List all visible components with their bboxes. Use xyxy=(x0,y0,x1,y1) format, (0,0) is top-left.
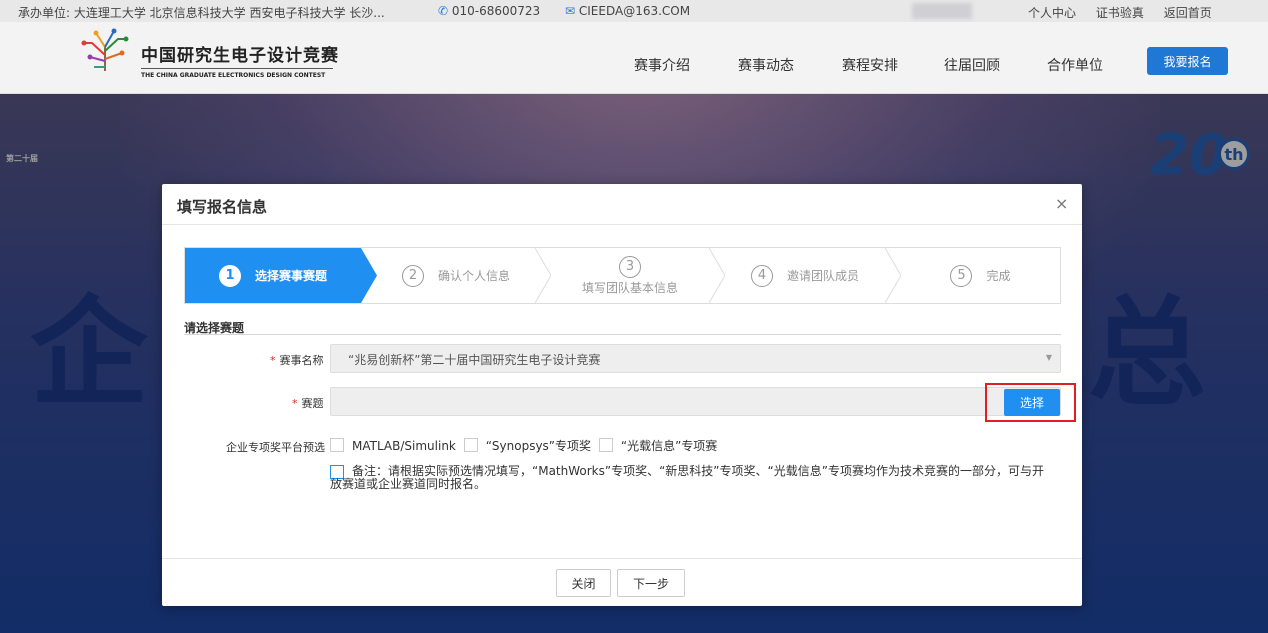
link-certificate-verify[interactable]: 证书验真 xyxy=(1096,6,1144,20)
site-title: 中国研究生电子设计竞赛 xyxy=(141,46,339,66)
note-text: 备注：请根据实际预选情况填写，“MathWorks”专项奖、“新思科技”专项奖、… xyxy=(330,464,1044,491)
blurred-username xyxy=(912,3,972,19)
nav-news[interactable]: 赛事动态 xyxy=(738,55,794,75)
topic-label: * 赛题 xyxy=(292,395,324,411)
step-arrow-icon xyxy=(535,248,551,303)
site-header: 中国研究生电子设计竞赛 THE CHINA GRADUATE ELECTRONI… xyxy=(0,22,1268,94)
step-team-info: 3 填写团队基本信息 xyxy=(551,248,709,303)
dialog-title: 填写报名信息 xyxy=(177,198,268,216)
site-subtitle: THE CHINA GRADUATE ELECTRONICS DESIGN CO… xyxy=(141,72,326,79)
step-number: 2 xyxy=(401,264,424,287)
option-checkbox-optical[interactable] xyxy=(598,438,613,452)
option-label-matlab: MATLAB/Simulink xyxy=(352,439,456,453)
special-award-label: 企业专项奖平台预选 xyxy=(226,441,325,454)
option-label-optical: “光载信息”专项赛 xyxy=(620,439,718,453)
dialog-divider xyxy=(162,224,1082,225)
step-confirm-info: 2 确认个人信息 xyxy=(377,248,535,303)
step-select-topic: 1 选择赛事赛题 xyxy=(185,248,361,303)
event-name-label: * 赛事名称 xyxy=(270,352,324,368)
option-checkbox-matlab[interactable] xyxy=(330,438,344,452)
next-step-button[interactable]: 下一步 xyxy=(617,569,685,597)
step-arrow-icon xyxy=(709,248,725,303)
topic-input[interactable] xyxy=(330,387,1061,416)
nav-review[interactable]: 往届回顾 xyxy=(944,55,1000,75)
nav-partners[interactable]: 合作单位 xyxy=(1047,55,1103,75)
signup-button[interactable]: 我要报名 xyxy=(1147,47,1228,75)
step-label: 选择赛事赛题 xyxy=(254,269,327,283)
chevron-down-icon: ▼ xyxy=(1045,353,1052,362)
step-invite-members: 4 邀请团队成员 xyxy=(725,248,885,303)
step-label: 确认个人信息 xyxy=(437,269,510,283)
option-checkbox-synopsys[interactable] xyxy=(463,438,478,452)
step-complete: 5 完成 xyxy=(901,248,1060,303)
nav-intro[interactable]: 赛事介绍 xyxy=(634,55,690,75)
highlight-box xyxy=(985,383,1076,422)
top-links: 个人中心 证书验真 返回首页 xyxy=(1028,4,1228,21)
nav-schedule[interactable]: 赛程安排 xyxy=(842,55,898,75)
phone-number: 010-68600723 xyxy=(451,4,541,18)
step-number: 5 xyxy=(950,264,973,287)
link-user-center[interactable]: 个人中心 xyxy=(1028,6,1076,20)
step-number: 3 xyxy=(619,255,641,278)
step-label: 完成 xyxy=(986,269,1011,283)
section-divider xyxy=(184,334,1061,335)
event-name-label-text: 赛事名称 xyxy=(279,354,324,367)
email-address: CIEEDA@163.COM xyxy=(578,4,691,18)
circuit-tree-logo-icon xyxy=(81,28,129,71)
step-label: 填写团队基本信息 xyxy=(581,280,678,295)
phone-info: ✆ 010-68600723 xyxy=(438,4,540,18)
organizers-text: 承办单位: 大连理工大学 北京信息科技大学 西安电子科技大学 长沙... xyxy=(18,6,385,20)
step-number: 1 xyxy=(218,264,241,287)
footer-divider xyxy=(162,558,1082,559)
step-number: 4 xyxy=(750,264,773,287)
topic-label-text: 赛题 xyxy=(301,397,324,410)
link-home[interactable]: 返回首页 xyxy=(1164,6,1212,20)
mail-icon: ✉ xyxy=(565,4,579,18)
step-label: 邀请团队成员 xyxy=(786,269,859,283)
required-mark: * xyxy=(292,397,298,410)
close-icon[interactable]: × xyxy=(1055,194,1068,213)
option-label-synopsys: “Synopsys”专项奖 xyxy=(485,439,592,453)
step-arrow-icon xyxy=(361,248,377,303)
signup-dialog: 填写报名信息 × 1 选择赛事赛题 2 确认个人信息 3 填写团队基本信息 4 … xyxy=(162,184,1082,606)
email-info: ✉ CIEEDA@163.COM xyxy=(565,4,690,18)
required-mark: * xyxy=(270,354,276,367)
close-button[interactable]: 关闭 xyxy=(556,569,611,597)
event-select-value: “兆易创新杯”第二十届中国研究生电子设计竞赛 xyxy=(348,353,601,367)
title-divider xyxy=(141,68,333,69)
event-select[interactable]: “兆易创新杯”第二十届中国研究生电子设计竞赛 ▼ xyxy=(330,344,1061,373)
top-bar: 承办单位: 大连理工大学 北京信息科技大学 西安电子科技大学 长沙... ✆ 0… xyxy=(0,0,1268,22)
phone-icon: ✆ xyxy=(438,4,452,18)
special-award-options: MATLAB/Simulink “Synopsys”专项奖 “光载信息”专项赛 xyxy=(330,437,721,454)
progress-steps: 1 选择赛事赛题 2 确认个人信息 3 填写团队基本信息 4 邀请团队成员 5 … xyxy=(184,247,1061,304)
step-arrow-icon xyxy=(885,248,901,303)
